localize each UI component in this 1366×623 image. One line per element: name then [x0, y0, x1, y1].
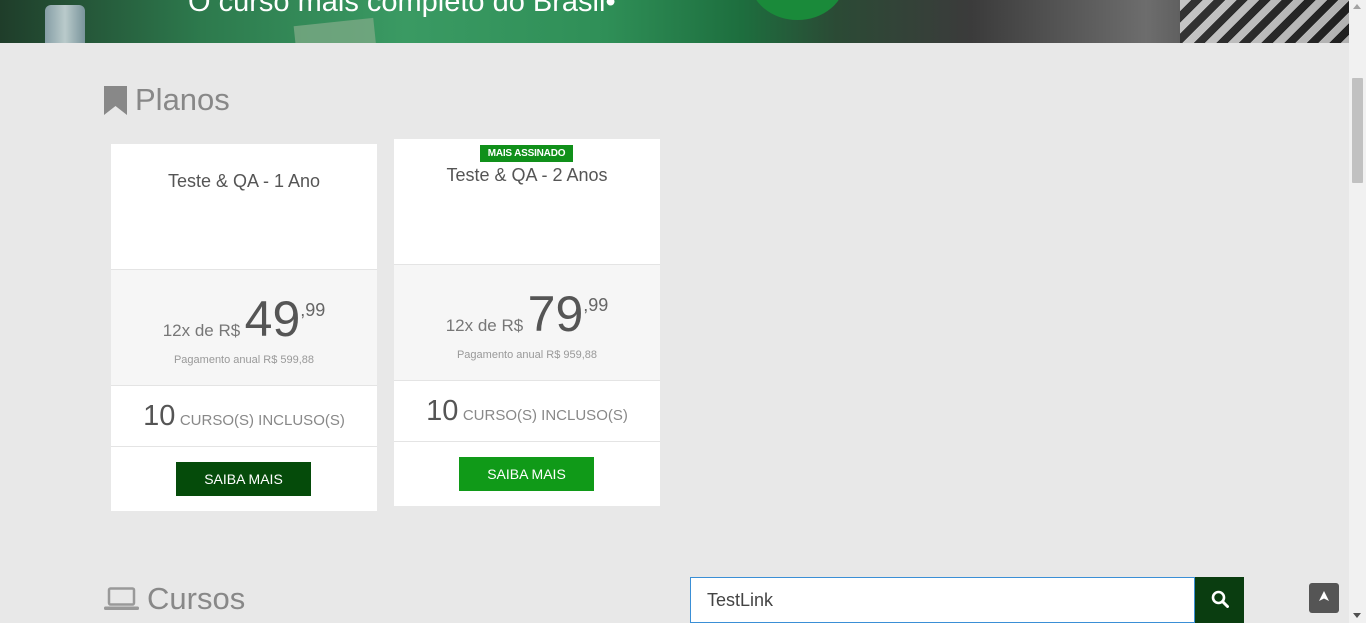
- courses-count: 10: [426, 395, 459, 427]
- scroll-up-arrow-icon[interactable]: [1353, 4, 1361, 9]
- plan-name: Teste & QA - 2 Anos: [446, 165, 608, 185]
- plan-price: 12x de R$ 49,99: [111, 290, 377, 348]
- plan-name: Teste & QA - 1 Ano: [167, 171, 321, 191]
- courses-included: 10 CURSO(S) INCLUSO(S): [394, 381, 660, 442]
- search-input[interactable]: [690, 577, 1195, 623]
- plan-price: 12x de R$ 79,99: [394, 285, 660, 343]
- plan-card-header: MAIS ASSINADO Teste & QA - 2 Anos: [394, 139, 660, 265]
- most-subscribed-badge: MAIS ASSINADO: [480, 145, 573, 162]
- back-to-top-button[interactable]: [1309, 583, 1339, 613]
- cursos-title: Cursos: [147, 581, 246, 616]
- saiba-mais-button[interactable]: SAIBA MAIS: [459, 457, 594, 491]
- laptop-icon: [104, 587, 139, 611]
- hero-bottle-image: [45, 5, 85, 43]
- courses-included: 10 CURSO(S) INCLUSO(S): [111, 386, 377, 447]
- arrow-up-icon: [1318, 589, 1330, 607]
- plan-card-1-year: Teste & QA - 1 Ano 12x de R$ 49,99 Pagam…: [111, 144, 377, 511]
- hero-circle-graphic: [750, 0, 845, 20]
- price-integer: 79: [527, 286, 584, 342]
- planos-title: Planos: [135, 82, 230, 117]
- price-cents: ,99: [300, 300, 326, 320]
- bookmark-icon: [104, 85, 127, 115]
- courses-label: CURSO(S) INCLUSO(S): [179, 412, 345, 429]
- hero-paper-image: [293, 17, 377, 43]
- hero-person-image: [1180, 0, 1349, 43]
- price-integer: 49: [244, 291, 301, 347]
- plan-cta: SAIBA MAIS: [394, 442, 660, 507]
- scroll-thumb[interactable]: [1352, 78, 1363, 183]
- hero-banner: O curso mais completo do Brasil•: [0, 0, 1349, 43]
- plan-card-2-years: MAIS ASSINADO Teste & QA - 2 Anos 12x de…: [394, 139, 660, 506]
- courses-label: CURSO(S) INCLUSO(S): [462, 407, 628, 424]
- price-prefix: 12x de R$: [162, 321, 241, 340]
- price-prefix: 12x de R$: [445, 316, 524, 335]
- planos-heading: Planos: [104, 82, 230, 118]
- annual-payment: Pagamento anual R$ 599,88: [173, 354, 315, 366]
- plan-cta: SAIBA MAIS: [111, 447, 377, 512]
- hero-title: O curso mais completo do Brasil•: [188, 0, 616, 18]
- saiba-mais-button[interactable]: SAIBA MAIS: [176, 462, 311, 496]
- search-button[interactable]: [1195, 577, 1244, 623]
- price-cents: ,99: [583, 295, 609, 315]
- page-scrollbar[interactable]: [1349, 0, 1366, 623]
- annual-payment: Pagamento anual R$ 959,88: [456, 349, 598, 361]
- plan-price-box: 12x de R$ 79,99 Pagamento anual R$ 959,8…: [394, 265, 660, 381]
- plan-card-header: Teste & QA - 1 Ano: [111, 144, 377, 270]
- scroll-down-arrow-icon[interactable]: [1353, 613, 1361, 618]
- search-icon: [1211, 590, 1229, 611]
- plan-price-box: 12x de R$ 49,99 Pagamento anual R$ 599,8…: [111, 270, 377, 386]
- cursos-heading: Cursos: [104, 581, 245, 617]
- courses-count: 10: [143, 400, 176, 432]
